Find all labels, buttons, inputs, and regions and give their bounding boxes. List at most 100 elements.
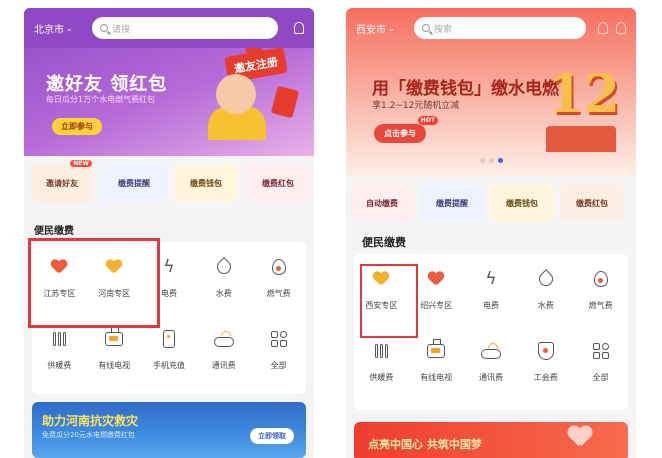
participate-label: 点击参与 [384,129,416,138]
chevron-down-icon: ⌄ [66,23,73,33]
shortcut-label: 缴费红包 [576,198,608,208]
china-dream-banner[interactable]: 点亮中国心 共筑中国梦 [354,422,628,458]
service-xian-zone[interactable]: 西安专区 [354,254,409,326]
city-selector[interactable]: 西安市 ⌄ [356,21,414,36]
service-cable-tv[interactable]: 有线电视 [87,314,142,386]
top-bar: 西安市 ⌄ 搜索 [346,8,636,48]
shortcut-payment-redpacket[interactable]: 缴费红包 [560,184,624,222]
service-label: 全部 [592,373,609,382]
service-gas[interactable]: 燃气费 [251,242,306,314]
banner-title: 用「缴费钱包」缴水电燃 [372,79,559,99]
podium-decoration [546,126,616,152]
search-input[interactable]: 请搜 [92,17,278,39]
flame-icon [593,271,608,287]
shortcut-row: 邀请好友 NEW 缴费提醒 缴费钱包 缴费红包 [30,160,314,202]
heart-icon [428,272,444,286]
banner-subtitle: 每日瓜分1万个水电燃气费红包 [46,95,156,104]
phone-icon [162,330,175,348]
participate-button[interactable]: 点击参与 HOT [374,116,438,143]
service-electricity[interactable]: ϟ 电费 [464,254,519,326]
service-gas[interactable]: 燃气费 [573,254,628,326]
service-label: 供暖费 [47,361,72,370]
service-electricity[interactable]: ϟ 电费 [142,242,197,314]
henan-relief-banner[interactable]: 助力河南抗灾救灾 免费瓜分20元水电燃缴费红包 立即领取 [32,402,306,458]
service-all[interactable]: 全部 [251,314,306,386]
heart-icon [568,427,592,448]
service-union-fee[interactable]: 工会费 [518,326,573,398]
service-label: 西安专区 [365,301,398,310]
service-label: 手机充值 [152,361,185,370]
service-water[interactable]: 水费 [518,254,573,326]
bottom-banner-title: 助力河南抗灾救灾 [42,414,139,428]
hot-badge: HOT [417,116,438,125]
notification-bell-icon[interactable] [278,22,304,34]
shortcut-auto-pay[interactable]: 自动缴费 [350,184,414,222]
city-name: 北京市 [34,24,64,36]
cloud-icon [480,349,501,359]
shortcut-label: 缴费钱包 [190,178,222,188]
service-water[interactable]: 水费 [196,242,251,314]
shortcut-payment-wallet[interactable]: 缴费钱包 [490,184,554,222]
shortcut-payment-reminder[interactable]: 缴费提醒 [420,184,484,222]
shortcut-payment-redpacket[interactable]: 缴费红包 [246,164,310,202]
service-shaoxing-zone[interactable]: 绍兴专区 [409,254,464,326]
shortcut-payment-wallet[interactable]: 缴费钱包 [174,164,238,202]
radiator-icon [52,332,66,346]
services-grid: 西安专区 绍兴专区 ϟ 电费 水费 燃气费 供暖费 有线电视 通讯费 工会费 全… [354,254,628,398]
service-label: 供暖费 [369,373,394,382]
bottom-banner-title: 点亮中国心 共筑中国梦 [368,438,482,451]
city-name: 西安市 [356,24,386,36]
left-phone-screen: 邀好友 领红包 每日瓜分1万个水电燃气费红包 立即参与 邀友注册 北京市 ⌄ 请… [24,8,314,458]
service-telecom[interactable]: 通讯费 [196,314,251,386]
service-jiangsu-zone[interactable]: 江苏专区 [32,242,87,314]
shield-icon [537,342,554,360]
big-number-12: 12 [547,64,620,125]
services-card: 江苏专区 河南专区 ϟ 电费 水费 燃气费 供暖费 有线电视 手机充值 通讯费 … [32,242,306,394]
shortcut-row: 自动缴费 缴费提醒 缴费钱包 缴费红包 [350,184,636,222]
notification-bell-icon[interactable] [616,22,626,34]
service-cable-tv[interactable]: 有线电视 [409,326,464,398]
cloud-icon [213,337,234,347]
heart-icon [106,260,122,274]
shortcut-label: 缴费提醒 [436,198,468,208]
section-title: 便民缴费 [34,226,74,237]
search-icon [422,24,430,32]
flame-icon [271,259,286,275]
service-label: 河南专区 [98,289,131,298]
service-henan-zone[interactable]: 河南专区 [87,242,142,314]
service-all[interactable]: 全部 [573,326,628,398]
section-title: 便民缴费 [362,236,406,249]
all-grid-icon [270,331,287,347]
shortcut-label: 自动缴费 [366,198,398,208]
services-grid: 江苏专区 河南专区 ϟ 电费 水费 燃气费 供暖费 有线电视 手机充值 通讯费 … [32,242,306,386]
shortcut-invite-friends[interactable]: 邀请好友 NEW [30,160,94,202]
banner-subtitle: 享1.2~12元随机立减 [372,101,460,111]
service-mobile-topup[interactable]: 手机充值 [142,314,197,386]
water-drop-icon [213,257,234,277]
service-label: 水费 [215,289,232,298]
bottom-banner-subtitle: 免费瓜分20元水电燃缴费红包 [42,431,135,439]
lightning-icon: ϟ [485,268,497,289]
shortcut-payment-reminder[interactable]: 缴费提醒 [102,164,166,202]
shortcut-label: 缴费红包 [262,178,294,188]
scan-icon[interactable] [598,22,608,34]
heart-icon [373,272,389,286]
join-now-button[interactable]: 立即参与 [52,118,102,135]
tv-icon [427,339,446,358]
city-selector[interactable]: 北京市 ⌄ [34,21,92,36]
service-label: 燃气费 [266,289,291,298]
search-input[interactable]: 搜索 [414,17,586,39]
person-head [216,74,256,114]
chevron-down-icon: ⌄ [388,23,395,33]
services-card: 西安专区 绍兴专区 ϟ 电费 水费 燃气费 供暖费 有线电视 通讯费 工会费 全… [354,254,628,410]
search-icon [100,24,108,32]
new-badge: NEW [70,160,92,167]
search-placeholder: 搜索 [434,24,453,35]
service-label: 水费 [537,301,554,310]
service-heating[interactable]: 供暖费 [354,326,409,398]
all-grid-icon [592,343,609,359]
top-bar: 北京市 ⌄ 请搜 [24,8,314,48]
claim-now-button[interactable]: 立即领取 [250,428,294,444]
service-telecom[interactable]: 通讯费 [464,326,519,398]
service-heating[interactable]: 供暖费 [32,314,87,386]
